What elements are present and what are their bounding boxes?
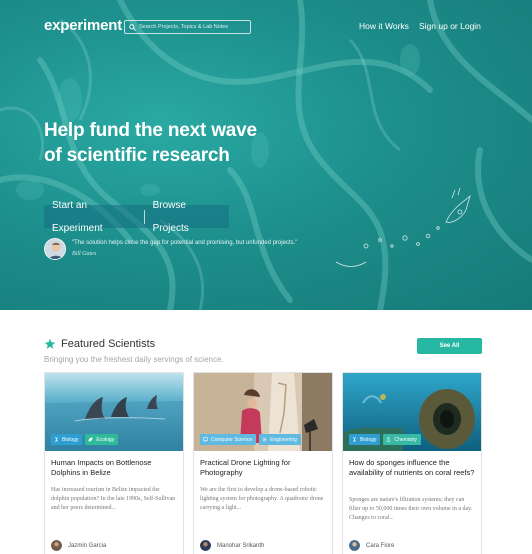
tag-biology[interactable]: Biology — [349, 434, 381, 445]
testimonial: "The solution helps close the gap for po… — [44, 238, 364, 262]
search-box[interactable] — [124, 20, 251, 34]
tag-ecology[interactable]: Ecology — [85, 434, 119, 445]
card-description: We are the first to develop a drone-base… — [200, 487, 324, 511]
tag-biology[interactable]: Biology — [51, 434, 83, 445]
browse-projects-button[interactable]: Browse Projects — [145, 194, 229, 240]
signup-login-link[interactable]: Sign up or Login — [419, 21, 481, 31]
tag-engineering[interactable]: Engineering — [259, 434, 301, 445]
featured-heading: Featured Scientists — [44, 338, 155, 350]
avatar — [349, 540, 360, 551]
card-author[interactable]: Manohar Srikanth — [200, 540, 264, 551]
tag-computer-science[interactable]: Computer Science — [200, 434, 257, 445]
card-title[interactable]: Practical Drone Lighting for Photography — [200, 458, 328, 478]
author-name: Cara Fiore — [366, 542, 395, 549]
card-title[interactable]: Human Impacts on Bottlenose Dolphins in … — [51, 458, 179, 478]
hero-headline: Help fund the next wave of scientific re… — [44, 118, 324, 168]
featured-subtitle: Bringing you the freshest daily servings… — [44, 355, 224, 364]
hero-cta-group: Start an Experiment Browse Projects — [44, 200, 229, 234]
dna-icon — [54, 437, 59, 442]
how-it-works-link[interactable]: How it Works — [359, 21, 409, 31]
star-icon — [44, 338, 56, 349]
card-author[interactable]: Jazmin Garcia — [51, 540, 106, 551]
avatar — [200, 540, 211, 551]
quote-author: Bill Gates — [72, 251, 97, 257]
flask-icon — [386, 437, 392, 442]
card-author[interactable]: Cara Fiore — [349, 540, 394, 551]
author-name: Manohar Srikanth — [217, 542, 265, 549]
card-tags: Biology Ecology — [51, 434, 119, 445]
avatar — [44, 238, 66, 260]
tag-chemistry[interactable]: Chemistry — [383, 434, 421, 445]
search-icon — [129, 23, 136, 31]
card-tags: Biology Chemistry — [349, 434, 421, 445]
logo[interactable]: experiment — [44, 17, 122, 34]
featured-title: Featured Scientists — [61, 338, 156, 350]
headline-line-1: Help fund the next wave — [44, 120, 257, 141]
search-input[interactable] — [139, 24, 249, 30]
card-title[interactable]: How do sponges influence the availabilit… — [349, 458, 477, 478]
leaf-icon — [88, 437, 93, 442]
project-card[interactable]: Computer Science Engineering Practical D… — [193, 372, 333, 554]
project-card[interactable]: Biology Chemistry How do sponges influen… — [342, 372, 482, 554]
person-avatar-icon — [45, 239, 65, 259]
headline-line-2: of scientific research — [44, 145, 230, 166]
avatar — [51, 540, 62, 551]
project-card[interactable]: Biology Ecology Human Impacts on Bottlen… — [44, 372, 184, 554]
see-all-button[interactable]: See All — [417, 338, 482, 354]
monitor-icon — [203, 437, 208, 442]
dna-icon — [352, 437, 357, 442]
author-name: Jazmin Garcia — [68, 542, 107, 549]
hero-section: experiment How it Works Sign up or Login… — [0, 0, 532, 310]
card-tags: Computer Science Engineering — [200, 434, 301, 445]
card-description: Sponges are nature's filtration systems;… — [349, 497, 473, 521]
card-description: Has increased tourism in Belize impacted… — [51, 487, 176, 511]
start-experiment-button[interactable]: Start an Experiment — [44, 194, 144, 240]
quote-text: "The solution helps close the gap for po… — [72, 240, 298, 246]
top-nav: experiment How it Works Sign up or Login — [0, 0, 532, 52]
gear-icon — [262, 437, 267, 442]
